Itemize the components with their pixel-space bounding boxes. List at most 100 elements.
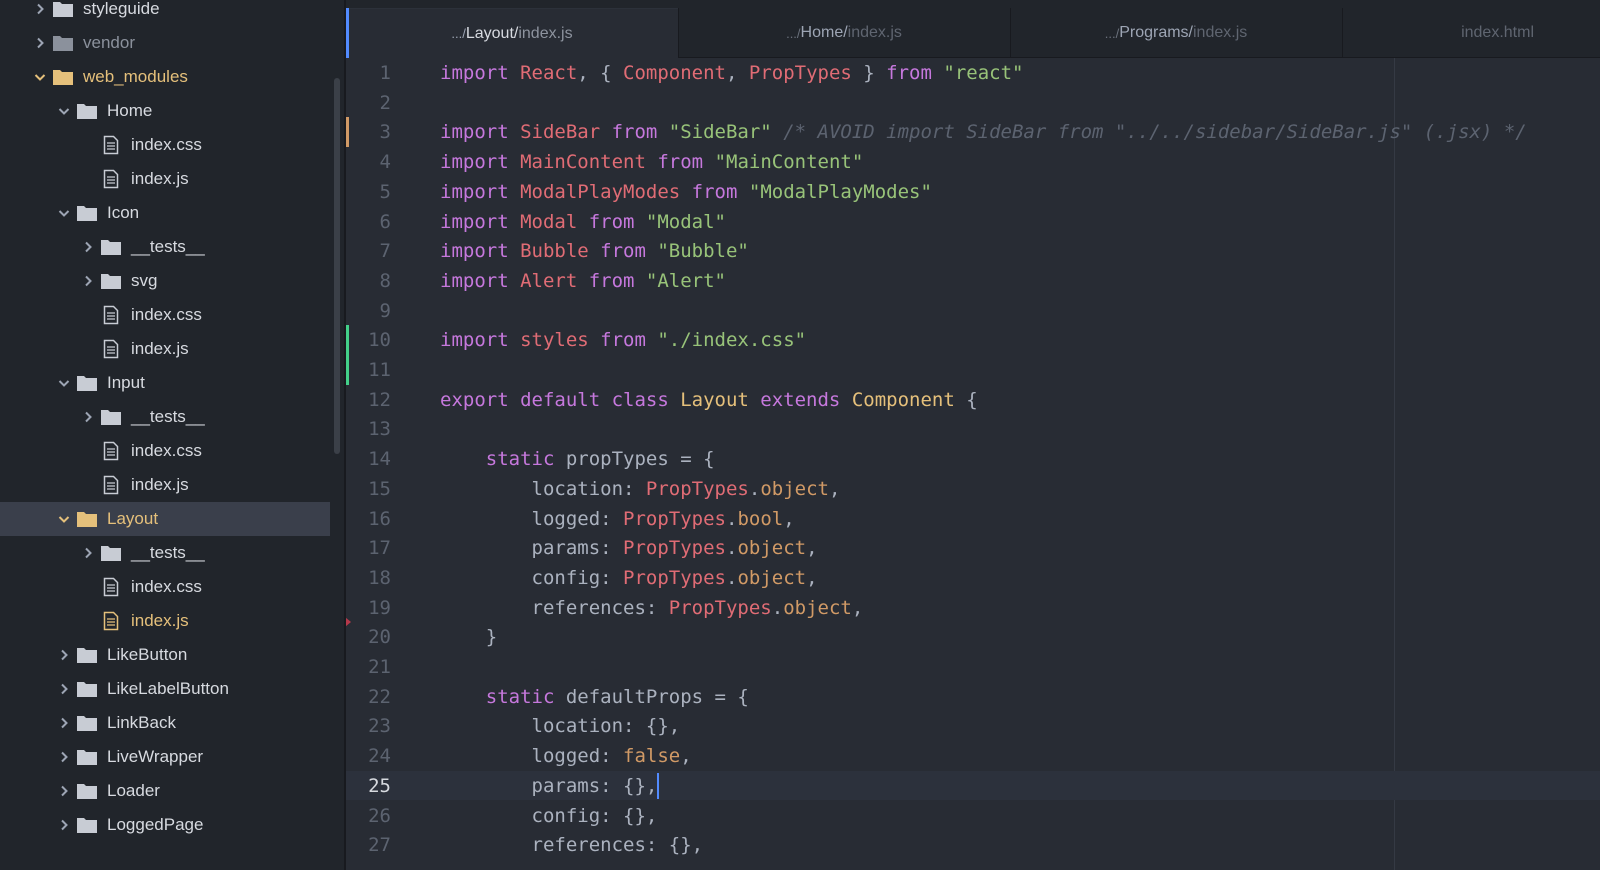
code-line[interactable]: 6 import Modal from "Modal" [346, 207, 1600, 237]
line-number[interactable]: 18 [346, 567, 391, 589]
line-number[interactable]: 17 [346, 537, 391, 559]
line-number[interactable]: 25 [346, 775, 391, 797]
line-number[interactable]: 2 [346, 92, 391, 114]
tree-file[interactable]: index.css [0, 128, 330, 162]
editor-tab[interactable]: .../Layout/index.js [346, 8, 678, 58]
line-number[interactable]: 24 [346, 745, 391, 767]
chevron-right-icon[interactable] [32, 35, 48, 51]
line-number[interactable]: 20 [346, 626, 391, 648]
chevron-down-icon[interactable] [56, 205, 72, 221]
chevron-down-icon[interactable] [56, 375, 72, 391]
line-number[interactable]: 3 [346, 121, 391, 143]
tree-folder[interactable]: Input [0, 366, 330, 400]
code-line[interactable]: 20 } [346, 622, 1600, 652]
code-line[interactable]: 22 static defaultProps = { [346, 682, 1600, 712]
line-number[interactable]: 9 [346, 300, 391, 322]
line-number[interactable]: 14 [346, 448, 391, 470]
line-number[interactable]: 12 [346, 389, 391, 411]
tree-folder[interactable]: __tests__ [0, 536, 330, 570]
code-line[interactable]: 11 [346, 355, 1600, 385]
chevron-right-icon[interactable] [56, 817, 72, 833]
chevron-down-icon[interactable] [56, 511, 72, 527]
editor-tab[interactable]: .../Home/index.js [678, 8, 1010, 58]
tree-folder[interactable]: LinkBack [0, 706, 330, 740]
code-line[interactable]: 25 params: {}, [346, 770, 1600, 801]
tree-view[interactable]: styleguide vendor web_modules Home index.css… [0, 0, 346, 870]
tree-folder[interactable]: __tests__ [0, 400, 330, 434]
tree-folder[interactable]: svg [0, 264, 330, 298]
chevron-right-icon[interactable] [56, 783, 72, 799]
tree-folder[interactable]: web_modules [0, 60, 330, 94]
code-line[interactable]: 5 import ModalPlayModes from "ModalPlayMo… [346, 177, 1600, 207]
tree-file[interactable]: index.css [0, 434, 330, 468]
code-line[interactable]: 21 [346, 652, 1600, 682]
tree-folder[interactable]: LoggedPage [0, 808, 330, 842]
chevron-right-icon[interactable] [32, 1, 48, 17]
chevron-right-icon[interactable] [80, 545, 96, 561]
line-number[interactable]: 4 [346, 151, 391, 173]
line-number[interactable]: 22 [346, 686, 391, 708]
code-line[interactable]: 12 export default class Layout extends Co… [346, 385, 1600, 415]
chevron-right-icon[interactable] [56, 681, 72, 697]
tree-file[interactable]: index.css [0, 570, 330, 604]
tree-folder[interactable]: Home [0, 94, 330, 128]
chevron-right-icon[interactable] [80, 409, 96, 425]
line-number[interactable]: 5 [346, 181, 391, 203]
line-number[interactable]: 16 [346, 508, 391, 530]
editor-tab[interactable]: index.html [1342, 8, 1600, 58]
line-number[interactable]: 23 [346, 715, 391, 737]
code-line[interactable]: 27 references: {}, [346, 830, 1600, 860]
line-number[interactable]: 19 [346, 597, 391, 619]
code-line[interactable]: 4 import MainContent from "MainContent" [346, 147, 1600, 177]
chevron-right-icon[interactable] [56, 647, 72, 663]
tree-file[interactable]: index.js [0, 468, 330, 502]
chevron-down-icon[interactable] [32, 69, 48, 85]
line-number[interactable]: 13 [346, 418, 391, 440]
tree-folder[interactable]: styleguide [0, 0, 330, 26]
tree-folder[interactable]: LikeButton [0, 638, 330, 672]
tree-scrollbar[interactable] [334, 78, 340, 454]
code-line[interactable]: 24 logged: false, [346, 741, 1600, 771]
editor-tab[interactable]: .../Programs/index.js [1010, 8, 1342, 58]
code-line[interactable]: 9 [346, 296, 1600, 326]
code-editor[interactable]: 1 import React, { Component, PropTypes } … [346, 58, 1600, 870]
line-number[interactable]: 11 [346, 359, 391, 381]
code-line[interactable]: 2 [346, 88, 1600, 118]
line-number[interactable]: 8 [346, 270, 391, 292]
code-line[interactable]: 26 config: {}, [346, 801, 1600, 831]
tree-folder[interactable]: vendor [0, 26, 330, 60]
chevron-down-icon[interactable] [56, 103, 72, 119]
code-line[interactable]: 23 location: {}, [346, 711, 1600, 741]
line-number[interactable]: 15 [346, 478, 391, 500]
line-number[interactable]: 7 [346, 240, 391, 262]
code-line[interactable]: 16 logged: PropTypes.bool, [346, 504, 1600, 534]
tree-folder[interactable]: __tests__ [0, 230, 330, 264]
line-number[interactable]: 10 [346, 329, 391, 351]
code-line[interactable]: 13 [346, 414, 1600, 444]
tree-file[interactable]: index.js [0, 604, 330, 638]
tree-folder[interactable]: LiveWrapper [0, 740, 330, 774]
line-number[interactable]: 26 [346, 805, 391, 827]
tree-file[interactable]: index.js [0, 332, 330, 366]
chevron-right-icon[interactable] [80, 273, 96, 289]
code-line[interactable]: 7 import Bubble from "Bubble" [346, 236, 1600, 266]
line-number[interactable]: 6 [346, 211, 391, 233]
code-line[interactable]: 14 static propTypes = { [346, 444, 1600, 474]
tree-folder[interactable]: LikeLabelButton [0, 672, 330, 706]
code-line[interactable]: 8 import Alert from "Alert" [346, 266, 1600, 296]
tree-file[interactable]: index.js [0, 162, 330, 196]
tree-file[interactable]: index.css [0, 298, 330, 332]
code-line[interactable]: 19 references: PropTypes.object, [346, 593, 1600, 623]
line-number[interactable]: 1 [346, 62, 391, 84]
chevron-right-icon[interactable] [56, 749, 72, 765]
tree-folder[interactable]: Layout [0, 502, 330, 536]
code-line[interactable]: 17 params: PropTypes.object, [346, 533, 1600, 563]
code-line[interactable]: 1 import React, { Component, PropTypes } … [346, 58, 1600, 88]
code-line[interactable]: 18 config: PropTypes.object, [346, 563, 1600, 593]
tree-folder[interactable]: Icon [0, 196, 330, 230]
code-line[interactable]: 10 import styles from "./index.css" [346, 325, 1600, 355]
code-line[interactable]: 3 import SideBar from "SideBar" /* AVOID … [346, 117, 1600, 147]
line-number[interactable]: 21 [346, 656, 391, 678]
tree-folder[interactable]: Loader [0, 774, 330, 808]
line-number[interactable]: 27 [346, 834, 391, 856]
